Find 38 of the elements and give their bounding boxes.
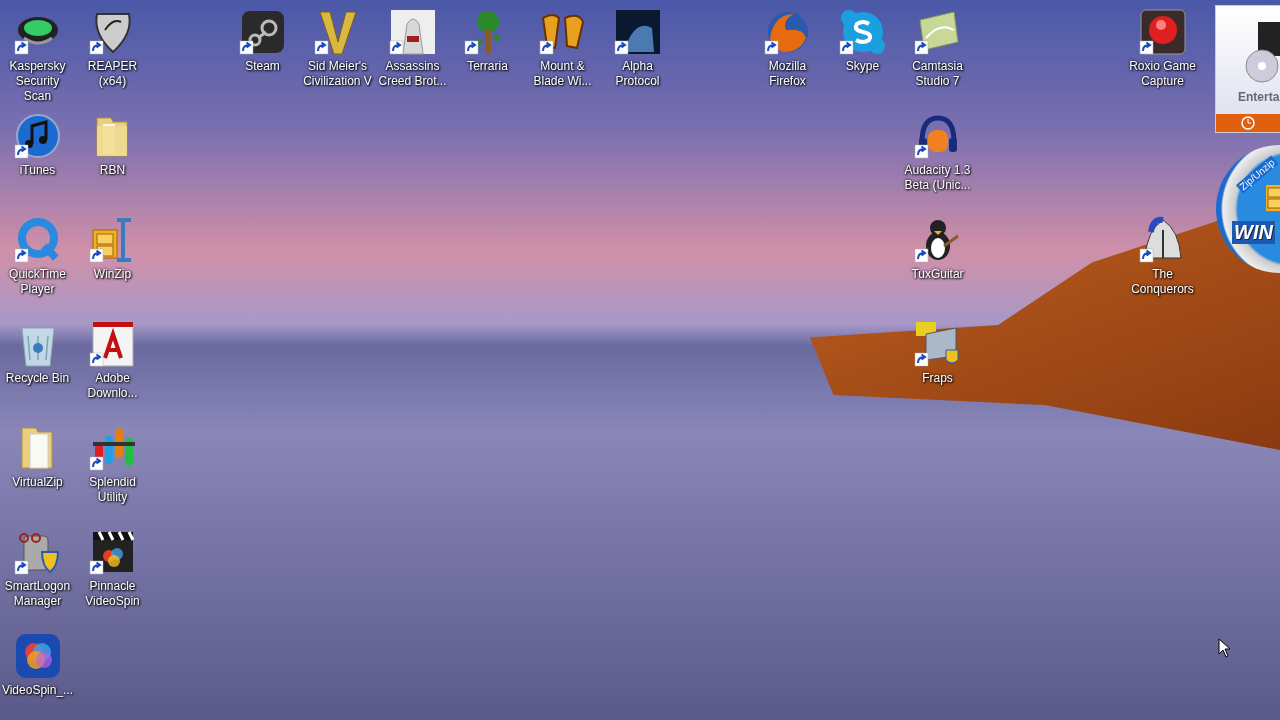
icon-label[interactable]: Mount & Blade Wi...: [526, 59, 599, 89]
speech-bubble-icon[interactable]: [838, 8, 887, 56]
icon-label[interactable]: Alpha Protocol: [601, 59, 674, 89]
game-cover-icon[interactable]: [613, 8, 662, 56]
icon-label[interactable]: Steam: [226, 59, 299, 74]
clock-icon[interactable]: [1241, 116, 1255, 130]
icon-label[interactable]: Assassins Creed Brot...: [376, 59, 449, 89]
icon-label[interactable]: VirtualZip: [1, 475, 74, 490]
game-cover-icon[interactable]: [388, 8, 437, 56]
icon-label[interactable]: Skype: [826, 59, 899, 74]
media-gadget-panel[interactable]: Enterta: [1215, 5, 1280, 133]
music-note-icon[interactable]: [13, 112, 62, 160]
icon-label[interactable]: VideoSpin_...: [1, 683, 74, 698]
icon-label[interactable]: Adobe Downlo...: [76, 371, 149, 401]
monitor-icon[interactable]: [913, 320, 962, 368]
icon-label[interactable]: Pinnacle VideoSpin: [76, 579, 149, 609]
icon-label[interactable]: iTunes: [1, 163, 74, 178]
document-box-icon[interactable]: [88, 320, 137, 368]
gadget-logo: WIN: [1232, 221, 1275, 244]
mouse-cursor-icon: [1218, 638, 1232, 658]
record-button-icon[interactable]: [1138, 8, 1187, 56]
icon-label[interactable]: Mozilla Firefox: [751, 59, 824, 89]
film-card-icon[interactable]: [913, 8, 962, 56]
icon-label[interactable]: Kaspersky Security Scan: [1, 59, 74, 104]
icon-label[interactable]: Fraps: [901, 371, 974, 386]
icon-label[interactable]: REAPER (x64): [76, 59, 149, 89]
icon-label[interactable]: Recycle Bin: [1, 371, 74, 386]
icon-label[interactable]: The Conquerors: [1126, 267, 1199, 297]
icon-label[interactable]: Camtasia Studio 7: [901, 59, 974, 89]
icon-label[interactable]: Terraria: [451, 59, 524, 74]
icon-label[interactable]: SmartLogon Manager: [1, 579, 74, 609]
icon-label[interactable]: Audacity 1.3 Beta (Unic...: [901, 163, 974, 193]
icon-label[interactable]: Sid Meier's Civilization V: [301, 59, 374, 89]
icon-label[interactable]: Splendid Utility: [76, 475, 149, 505]
icon-label[interactable]: RBN: [76, 163, 149, 178]
icon-label[interactable]: Roxio Game Capture: [1126, 59, 1199, 89]
petal-tile-icon[interactable]: [13, 632, 62, 680]
gadget-label: Enterta: [1238, 90, 1280, 104]
